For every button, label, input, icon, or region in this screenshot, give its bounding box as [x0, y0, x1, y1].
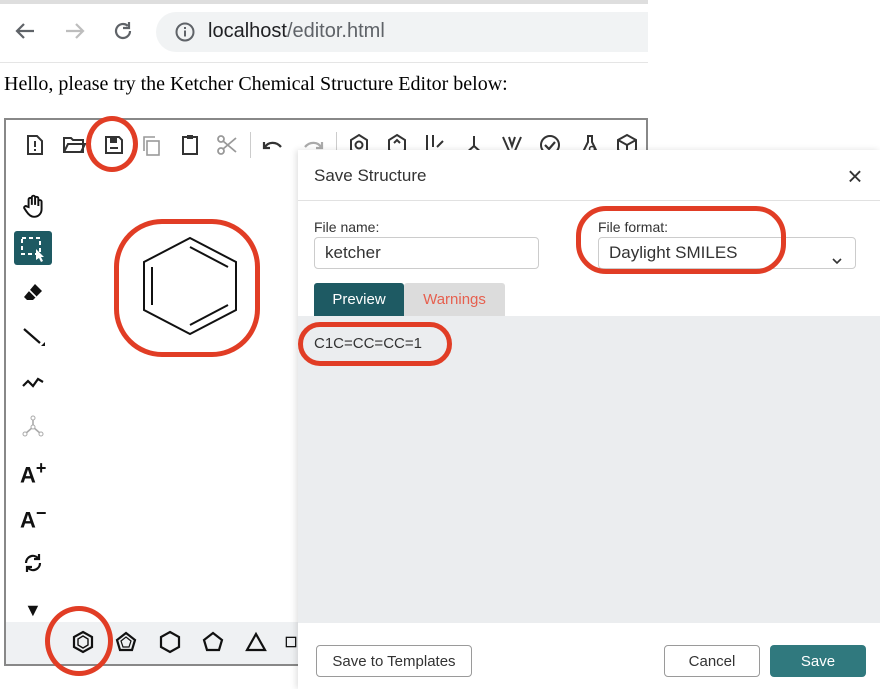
chevron-down-icon — [831, 247, 843, 265]
save-to-templates-button[interactable]: Save to Templates — [316, 645, 472, 677]
hand-icon[interactable] — [20, 192, 48, 220]
dialog-title: Save Structure — [314, 166, 427, 185]
info-icon[interactable] — [174, 21, 196, 43]
reload-icon[interactable] — [110, 18, 136, 44]
rotate-icon[interactable] — [20, 550, 46, 576]
tab-preview[interactable]: Preview — [314, 283, 404, 316]
highlight-smiles-preview — [298, 322, 452, 366]
charge-minus-icon[interactable]: A− — [20, 503, 46, 533]
file-name-input[interactable]: ketcher — [314, 237, 539, 269]
bond-icon[interactable] — [20, 324, 46, 350]
close-icon[interactable]: × — [842, 163, 868, 190]
toolbar-separator — [250, 132, 251, 158]
highlight-benzene-template — [45, 606, 113, 676]
copy-icon[interactable] — [139, 133, 165, 159]
cut-icon[interactable] — [214, 132, 240, 158]
charge-plus-icon[interactable]: A+ — [20, 458, 46, 488]
back-arrow-icon[interactable] — [12, 18, 38, 44]
sgroup-icon[interactable] — [20, 414, 46, 440]
chain-icon[interactable] — [20, 368, 46, 394]
url-text[interactable]: localhost/editor.html — [208, 20, 385, 43]
cyclopentane-template-icon[interactable] — [200, 629, 226, 655]
url-path: /editor.html — [286, 20, 385, 42]
highlight-file-format — [576, 206, 786, 274]
save-button[interactable]: Save — [770, 645, 866, 677]
open-folder-icon[interactable] — [61, 132, 87, 158]
select-icon[interactable] — [14, 231, 52, 265]
intro-text: Hello, please try the Ketcher Chemical S… — [4, 73, 508, 95]
cyclopropane-template-icon[interactable] — [243, 629, 269, 655]
cancel-button[interactable]: Cancel — [664, 645, 760, 677]
undo-icon[interactable] — [260, 134, 286, 160]
url-host: localhost — [208, 20, 287, 42]
file-name-label: File name: — [314, 219, 380, 235]
tab-warnings[interactable]: Warnings — [404, 283, 505, 316]
cyclobutane-template-icon[interactable] — [284, 629, 298, 655]
more-arrow-icon[interactable]: ▼ — [24, 600, 42, 621]
highlight-benzene-structure — [114, 219, 260, 357]
new-document-icon[interactable] — [22, 132, 48, 158]
eraser-icon[interactable] — [20, 280, 46, 306]
forward-arrow-icon[interactable] — [62, 18, 88, 44]
highlight-save-icon — [86, 116, 138, 172]
paste-icon[interactable] — [177, 132, 203, 158]
chrome-divider — [0, 62, 648, 63]
cyclohexane-template-icon[interactable] — [157, 629, 183, 655]
dialog-divider — [298, 200, 880, 201]
cyclopentadiene-template-icon[interactable] — [113, 629, 139, 655]
